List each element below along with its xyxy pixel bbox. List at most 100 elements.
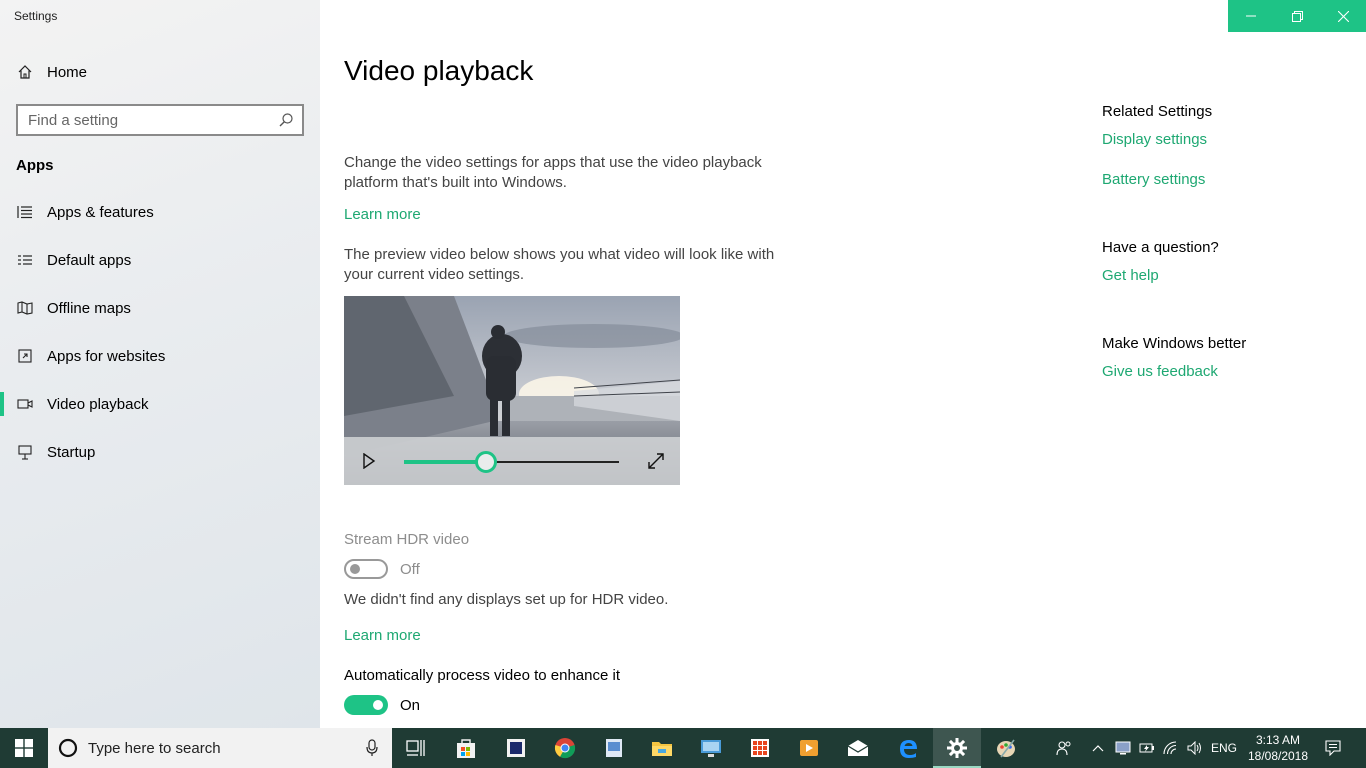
input-language-button[interactable]: ENG [1208, 728, 1240, 768]
find-setting-input[interactable] [18, 111, 268, 129]
app-icon [507, 739, 525, 757]
close-button[interactable] [1320, 0, 1366, 32]
give-feedback-link[interactable]: Give us feedback [1102, 363, 1218, 380]
action-center-button[interactable] [1318, 728, 1348, 768]
window-title: Settings [14, 9, 58, 23]
people-button[interactable] [1052, 728, 1076, 768]
notification-icon [1325, 740, 1341, 756]
question-heading: Have a question? [1102, 239, 1219, 256]
monitor-icon [701, 740, 721, 757]
hdr-learn-more-link[interactable]: Learn more [344, 627, 421, 644]
sidebar-item-apps-features[interactable]: Apps & features [0, 192, 320, 232]
startup-icon [16, 443, 34, 461]
taskbar-remote-desktop[interactable] [687, 728, 735, 768]
taskbar-app-grid[interactable] [736, 728, 784, 768]
seek-thumb[interactable] [475, 451, 497, 473]
sidebar-item-label: Default apps [47, 251, 132, 269]
app-grid-icon [751, 739, 769, 757]
battery-settings-link[interactable]: Battery settings [1102, 171, 1205, 188]
auto-process-toggle-state: On [400, 697, 421, 714]
sidebar-item-apps-for-websites[interactable]: Apps for websites [0, 336, 320, 376]
website-icon [16, 347, 34, 365]
clock-date: 18/08/2018 [1247, 749, 1309, 763]
taskbar-file-explorer[interactable] [638, 728, 686, 768]
display-icon [1115, 741, 1131, 755]
edge-icon [900, 740, 917, 758]
fullscreen-icon[interactable] [646, 451, 666, 476]
mail-icon [847, 740, 869, 756]
show-hidden-icons-button[interactable] [1088, 728, 1108, 768]
hdr-note: We didn't find any displays set up for H… [344, 591, 669, 608]
hdr-setting-title: Stream HDR video [344, 531, 470, 548]
related-settings-heading: Related Settings [1102, 103, 1213, 120]
play-icon[interactable] [362, 452, 376, 474]
media-player-icon [800, 740, 818, 756]
sidebar-item-startup[interactable]: Startup [0, 432, 320, 472]
start-button[interactable] [0, 728, 48, 768]
taskbar-photos-app[interactable] [590, 728, 638, 768]
microphone-icon[interactable] [366, 739, 378, 762]
volume-button[interactable] [1184, 728, 1206, 768]
taskbar-paint[interactable] [982, 728, 1030, 768]
taskbar: Type here to search ENG 3:13 AM 18/08/20… [0, 728, 1366, 768]
taskbar-store-app[interactable] [442, 728, 490, 768]
video-icon [16, 395, 34, 413]
taskbar-chrome[interactable] [541, 728, 589, 768]
taskbar-search-box[interactable]: Type here to search [48, 728, 392, 768]
find-setting-search[interactable] [16, 104, 304, 136]
chevron-up-icon [1092, 745, 1104, 752]
toggle-knob [350, 564, 360, 574]
taskbar-edge[interactable] [884, 728, 932, 768]
sidebar: Settings Home Apps Apps & features Defau… [0, 0, 320, 728]
photos-icon [606, 739, 622, 757]
default-apps-icon [16, 251, 34, 269]
home-nav-item[interactable]: Home [0, 52, 320, 92]
taskbar-search-placeholder: Type here to search [88, 739, 221, 757]
preview-description: The preview video below shows you what v… [344, 246, 775, 283]
map-icon [16, 299, 34, 317]
make-windows-better-heading: Make Windows better [1102, 335, 1247, 352]
minimize-button[interactable] [1228, 0, 1274, 32]
display-settings-link[interactable]: Display settings [1102, 131, 1207, 148]
page-title: Video playback [344, 55, 534, 86]
battery-icon [1139, 743, 1154, 753]
minimize-icon [1246, 15, 1256, 17]
auto-process-toggle[interactable] [344, 695, 388, 715]
seek-progress [404, 460, 486, 464]
intro-text: Change the video settings for apps that … [344, 154, 762, 191]
clock-button[interactable]: 3:13 AM 18/08/2018 [1244, 728, 1312, 768]
paint-palette-icon [997, 739, 1015, 758]
video-preview[interactable] [344, 296, 680, 485]
restore-button[interactable] [1274, 0, 1320, 32]
cortana-icon[interactable] [58, 738, 78, 763]
wifi-icon [1163, 741, 1177, 755]
taskbar-media-player[interactable] [785, 728, 833, 768]
network-button[interactable] [1160, 728, 1184, 768]
taskbar-settings[interactable] [933, 728, 981, 768]
sidebar-item-label: Apps & features [47, 203, 154, 221]
taskbar-mail[interactable] [834, 728, 882, 768]
search-icon[interactable] [278, 112, 294, 133]
tray-display-button[interactable] [1112, 728, 1134, 768]
chrome-icon [554, 738, 576, 759]
sidebar-item-offline-maps[interactable]: Offline maps [0, 288, 320, 328]
window-controls [1228, 0, 1366, 32]
hdr-toggle[interactable] [344, 559, 388, 579]
taskbar-app-1[interactable] [492, 728, 540, 768]
close-icon [1337, 10, 1349, 22]
learn-more-link[interactable]: Learn more [344, 206, 421, 223]
sidebar-item-label: Video playback [47, 395, 149, 413]
list-icon [16, 203, 34, 221]
store-icon [457, 739, 475, 758]
home-label: Home [47, 63, 88, 81]
task-view-button[interactable] [392, 728, 440, 768]
sidebar-item-video-playback[interactable]: Video playback [0, 384, 320, 424]
get-help-link[interactable]: Get help [1102, 267, 1159, 284]
section-title-apps: Apps [16, 157, 54, 174]
folder-icon [652, 742, 672, 756]
battery-button[interactable] [1136, 728, 1158, 768]
sidebar-item-default-apps[interactable]: Default apps [0, 240, 320, 280]
video-seek-slider[interactable] [404, 451, 619, 473]
selected-indicator [0, 392, 4, 416]
task-view-icon [406, 740, 425, 756]
